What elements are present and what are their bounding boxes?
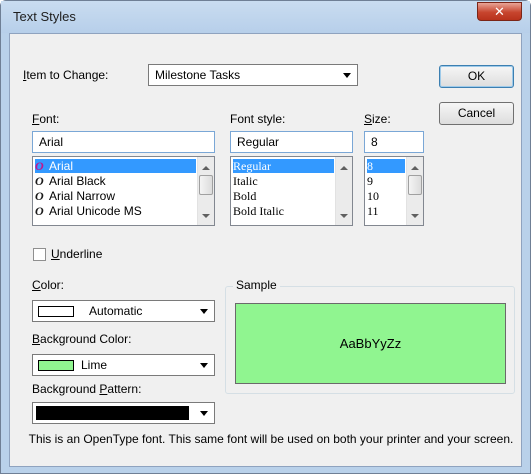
font-info-text: This is an OpenType font. This same font…	[28, 432, 514, 446]
chevron-down-icon	[200, 309, 208, 314]
color-swatch	[38, 360, 74, 371]
item-to-change-label: Item to Change:	[23, 68, 109, 82]
chevron-down-icon	[200, 363, 208, 368]
font-input-value: Arial	[39, 135, 64, 149]
close-button[interactable]: ✕	[477, 2, 522, 21]
size-list-item[interactable]: 11	[367, 204, 379, 218]
close-icon: ✕	[494, 4, 505, 19]
background-pattern-dropdown[interactable]	[32, 402, 215, 424]
underline-checkbox[interactable]	[33, 248, 46, 261]
color-label: Color:	[32, 278, 65, 292]
font-list-item[interactable]: O Arial Narrow	[35, 189, 115, 203]
scroll-thumb[interactable]	[408, 175, 422, 195]
font-input[interactable]: Arial	[32, 131, 215, 153]
size-list-scrollbar[interactable]	[406, 157, 423, 225]
font-style-input[interactable]: Regular	[230, 131, 353, 153]
cancel-button[interactable]: Cancel	[439, 102, 514, 125]
scroll-up-icon[interactable]	[340, 166, 348, 170]
scroll-down-icon[interactable]	[202, 214, 210, 218]
font-style-list-item[interactable]: Italic	[233, 174, 258, 188]
font-list-item[interactable]: O Arial	[35, 159, 196, 173]
opentype-icon: O	[35, 159, 44, 173]
pattern-swatch	[36, 406, 189, 420]
background-pattern-label: Background Pattern:	[32, 382, 142, 396]
text-styles-dialog: Text Styles ✕ Item to Change: Milestone …	[0, 0, 531, 474]
font-style-input-value: Regular	[237, 135, 280, 149]
scroll-thumb[interactable]	[199, 175, 213, 195]
color-swatch	[38, 306, 74, 317]
font-style-list-item[interactable]: Regular	[233, 159, 334, 173]
scroll-up-icon[interactable]	[202, 166, 210, 170]
font-list-item[interactable]: O Arial Black	[35, 174, 106, 188]
font-style-label: Font style:	[230, 112, 286, 126]
scroll-up-icon[interactable]	[411, 166, 419, 170]
font-list-scrollbar[interactable]	[197, 157, 214, 225]
size-list-item[interactable]: 8	[367, 159, 405, 173]
ok-button[interactable]: OK	[439, 65, 514, 88]
sample-preview: AaBbYyZz	[235, 303, 506, 384]
size-list-item[interactable]: 9	[367, 174, 373, 188]
window-title: Text Styles	[13, 9, 76, 24]
item-to-change-dropdown[interactable]: Milestone Tasks	[148, 64, 358, 86]
underline-label: Underline	[51, 247, 103, 261]
scroll-down-icon[interactable]	[340, 214, 348, 218]
size-input-value: 8	[371, 135, 378, 149]
sample-label: Sample	[233, 278, 280, 292]
chevron-down-icon	[200, 411, 208, 416]
size-label: Size:	[364, 112, 391, 126]
background-color-value: Lime	[81, 358, 108, 372]
color-dropdown[interactable]: Automatic	[32, 300, 215, 322]
item-to-change-value: Milestone Tasks	[155, 68, 241, 82]
size-input[interactable]: 8	[364, 131, 424, 153]
font-style-list-scrollbar[interactable]	[335, 157, 352, 225]
opentype-icon: O	[35, 204, 44, 218]
opentype-icon: O	[35, 189, 44, 203]
scroll-down-icon[interactable]	[411, 214, 419, 218]
opentype-icon: O	[35, 174, 44, 188]
font-style-list[interactable]: Regular Italic Bold Bold Italic	[230, 156, 353, 226]
font-list[interactable]: O Arial O Arial Black O Arial Narrow O Arial…	[32, 156, 215, 226]
font-style-list-item[interactable]: Bold Italic	[233, 204, 284, 218]
size-list[interactable]: 8 9 10 11	[364, 156, 424, 226]
size-list-item[interactable]: 10	[367, 189, 379, 203]
background-color-label: Background Color:	[32, 332, 132, 346]
font-style-list-item[interactable]: Bold	[233, 189, 256, 203]
title-bar[interactable]: Text Styles ✕	[1, 1, 530, 33]
color-value: Automatic	[89, 304, 143, 318]
font-label: Font:	[32, 112, 60, 126]
chevron-down-icon	[343, 73, 351, 78]
background-color-dropdown[interactable]: Lime	[32, 354, 215, 376]
dialog-client-area: Item to Change: Milestone Tasks OK Cance…	[9, 33, 522, 467]
font-list-item[interactable]: O Arial Unicode MS	[35, 204, 142, 218]
